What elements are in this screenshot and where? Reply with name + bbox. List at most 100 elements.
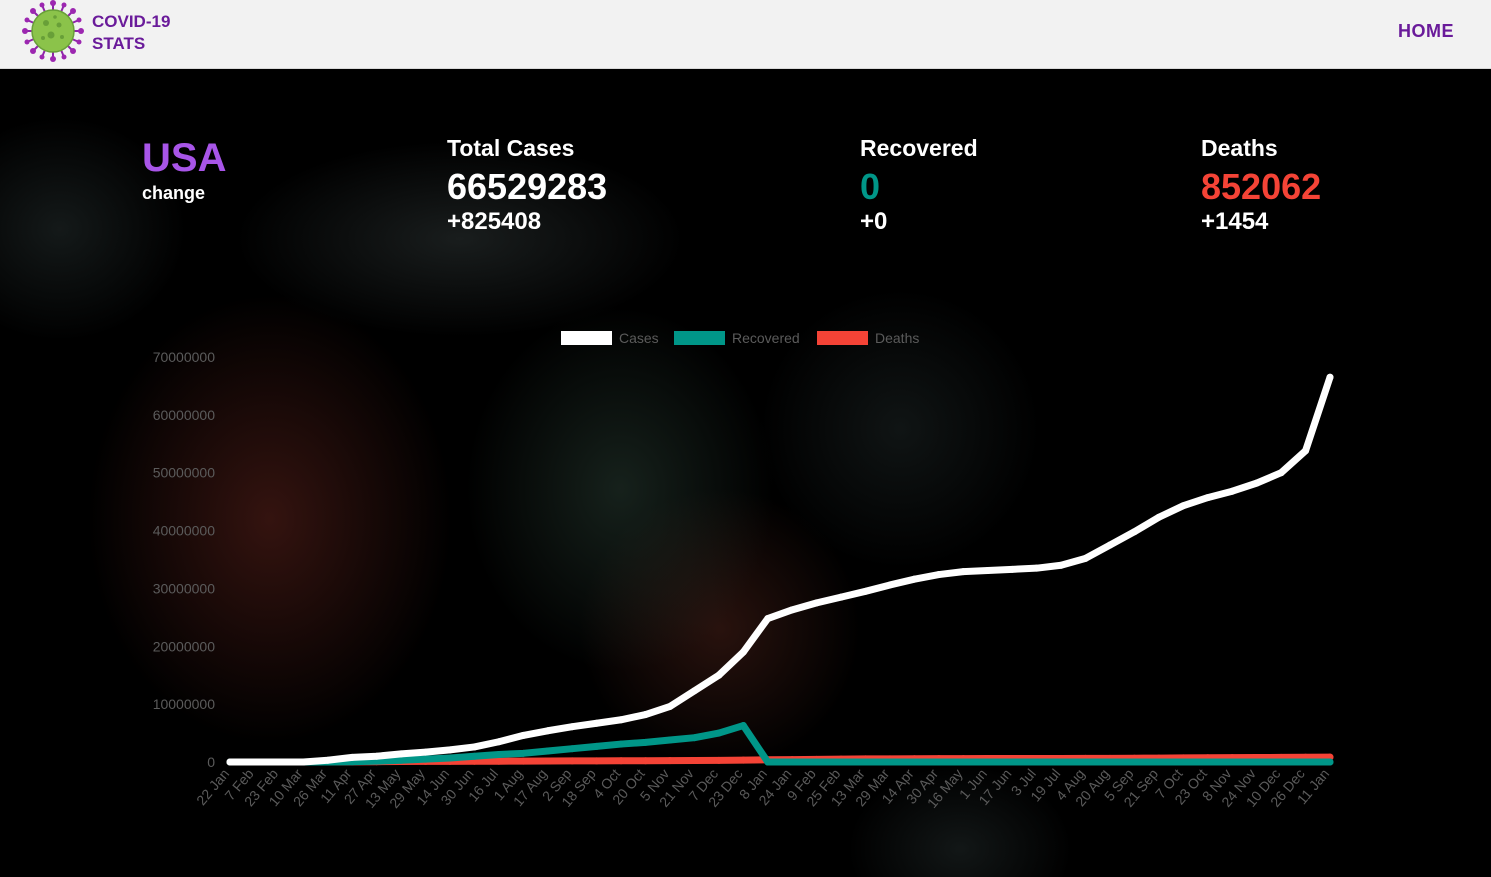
legend-swatch-cases [561,331,612,345]
data-point-deaths [544,757,552,765]
data-point-cases [1008,565,1016,573]
brand-line-1: COVID-19 [92,12,171,31]
y-tick-label: 30000000 [153,580,216,596]
data-point-recovered [568,745,576,753]
data-point-recovered [422,755,430,763]
data-point-cases [910,575,918,583]
legend-swatch-deaths [817,331,868,345]
data-point-cases [764,615,772,623]
data-point-recovered [1082,758,1090,766]
data-point-recovered [666,736,674,744]
data-point-cases [470,743,478,751]
nav-home-link[interactable]: HOME [1398,21,1454,42]
data-point-deaths [642,757,650,765]
data-point-recovered [1155,758,1163,766]
brand-title[interactable]: COVID-19 STATS [92,11,170,55]
legend-label-cases: Cases [619,330,659,346]
data-point-recovered [642,738,650,746]
data-point-cases [666,702,674,710]
data-point-cases [544,727,552,735]
coronavirus-icon[interactable] [22,0,84,62]
data-point-cases [495,738,503,746]
data-point-recovered [470,752,478,760]
data-point-recovered [1033,758,1041,766]
data-point-cases [275,758,283,766]
data-point-cases [422,748,430,756]
data-point-cases [1277,469,1285,477]
data-point-recovered [910,758,918,766]
data-point-cases [1130,528,1138,536]
data-point-recovered [886,758,894,766]
data-point-cases [348,753,356,761]
data-point-cases [715,671,723,679]
data-point-cases [935,571,943,579]
data-point-deaths [715,756,723,764]
data-point-cases [1179,502,1187,510]
data-point-cases [373,752,381,760]
data-point-cases [1155,513,1163,521]
data-point-cases [593,719,601,727]
data-point-recovered [397,756,405,764]
data-point-cases [1326,373,1334,381]
data-point-recovered [1277,758,1285,766]
data-point-recovered [544,747,552,755]
legend-label-recovered: Recovered [732,330,800,346]
data-point-recovered [1228,758,1236,766]
legend-label-deaths: Deaths [875,330,919,346]
data-point-deaths [568,757,576,765]
data-point-cases [959,568,967,576]
data-point-cases [324,756,332,764]
data-point-recovered [837,758,845,766]
legend-swatch-recovered [674,331,725,345]
data-point-deaths [593,757,601,765]
data-point-recovered [1008,758,1016,766]
data-point-recovered [862,758,870,766]
data-point-cases [642,711,650,719]
data-point-recovered [1302,758,1310,766]
data-point-cases [837,593,845,601]
data-point-cases [1302,447,1310,455]
data-point-cases [1228,487,1236,495]
data-point-recovered [788,758,796,766]
data-point-recovered [593,742,601,750]
top-navbar: COVID-19 STATS HOME [0,0,1491,69]
data-point-cases [397,750,405,758]
data-point-deaths [617,757,625,765]
data-point-cases [886,581,894,589]
data-point-deaths [495,757,503,765]
data-point-cases [862,587,870,595]
data-point-cases [226,758,234,766]
y-tick-label: 70000000 [153,349,216,365]
data-point-recovered [1057,758,1065,766]
covid-line-chart: 0 10000000 20000000 30000000 40000000 5000000… [153,330,1334,811]
data-point-recovered [715,729,723,737]
data-point-deaths [690,757,698,765]
data-point-cases [739,648,747,656]
data-point-recovered [690,734,698,742]
data-point-recovered [495,750,503,758]
y-tick-label: 20000000 [153,638,216,654]
y-tick-label: 50000000 [153,465,216,481]
data-point-recovered [519,749,527,757]
data-point-recovered [984,758,992,766]
data-point-deaths [666,757,674,765]
data-point-cases [519,731,527,739]
data-point-cases [1253,479,1261,487]
y-tick-label: 40000000 [153,523,216,539]
data-point-deaths [739,756,747,764]
data-point-cases [568,723,576,731]
data-point-recovered [617,740,625,748]
data-point-recovered [1179,758,1187,766]
series-line-cases [226,373,1334,766]
data-point-recovered [739,722,747,730]
data-point-recovered [959,758,967,766]
data-point-recovered [764,758,772,766]
data-point-cases [446,746,454,754]
y-tick-label: 0 [207,754,215,770]
data-point-cases [813,599,821,607]
y-tick-label: 10000000 [153,696,216,712]
main-content: USA change Total Cases 66529283 +825408 … [0,69,1491,877]
data-point-cases [690,687,698,695]
data-point-cases [1057,561,1065,569]
data-point-recovered [935,758,943,766]
